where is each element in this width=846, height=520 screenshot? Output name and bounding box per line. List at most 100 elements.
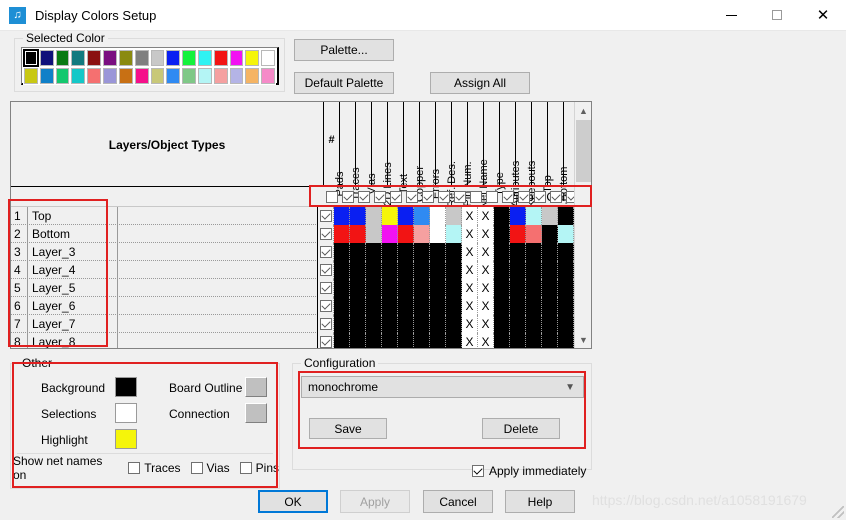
palette-swatch[interactable]	[181, 49, 197, 67]
visible-only-checkbox[interactable]	[486, 191, 498, 203]
layer-enabled-checkbox[interactable]	[319, 318, 332, 330]
layer-enabled-cell[interactable]	[318, 225, 334, 243]
layer-color-cell[interactable]	[542, 297, 558, 315]
layer-color-cell[interactable]	[494, 207, 510, 225]
palette-swatch[interactable]	[86, 67, 103, 85]
layer-color-cell[interactable]	[558, 225, 574, 243]
layer-color-cell[interactable]	[526, 333, 542, 348]
layer-color-cell[interactable]	[526, 243, 542, 261]
layer-enabled-cell[interactable]	[318, 297, 334, 315]
layer-color-cell[interactable]	[414, 243, 430, 261]
visible-only-checkboxes[interactable]	[324, 187, 574, 207]
layer-color-cell[interactable]	[510, 297, 526, 315]
visible-only-cell[interactable]	[548, 187, 564, 207]
visible-only-cell[interactable]	[468, 187, 484, 207]
layer-color-cell[interactable]	[430, 261, 446, 279]
layer-color-cell[interactable]	[366, 297, 382, 315]
layer-color-cell[interactable]	[446, 333, 462, 348]
minimize-button[interactable]	[708, 0, 754, 31]
palette-swatch[interactable]	[54, 49, 71, 67]
layer-color-cell[interactable]	[350, 261, 366, 279]
layer-enabled-cell[interactable]	[318, 315, 334, 333]
visible-only-cell[interactable]	[564, 187, 574, 207]
layer-color-cell[interactable]	[382, 297, 398, 315]
layers-grid[interactable]: Layers/Object Types # Pads Traces Vias 2D Li…	[11, 102, 574, 348]
visible-only-cell[interactable]	[436, 187, 452, 207]
layer-name[interactable]: Top	[28, 207, 118, 225]
palette-swatch[interactable]	[196, 67, 213, 85]
layer-color-cell[interactable]	[446, 261, 462, 279]
layer-color-cells[interactable]: XX	[318, 261, 574, 279]
palette-row-1[interactable]	[23, 49, 277, 67]
visible-only-cell[interactable]	[532, 187, 548, 207]
visible-only-cell[interactable]	[404, 187, 420, 207]
color-palette-swatches[interactable]	[21, 47, 279, 85]
layer-color-cell[interactable]	[542, 279, 558, 297]
layer-color-cell[interactable]	[382, 225, 398, 243]
layer-color-cell[interactable]	[542, 315, 558, 333]
table-row[interactable]: 5 Layer_5 X X	[11, 279, 574, 297]
layer-enabled-checkbox[interactable]	[319, 228, 332, 240]
layer-color-cell[interactable]	[350, 225, 366, 243]
layer-color-cell[interactable]	[446, 225, 462, 243]
layer-color-cells[interactable]: XX	[318, 297, 574, 315]
layer-color-cell[interactable]	[558, 243, 574, 261]
connection-color-swatch[interactable]	[245, 403, 267, 423]
palette-swatch[interactable]	[260, 67, 276, 85]
layer-color-cell[interactable]	[334, 261, 350, 279]
palette-button[interactable]: Palette...	[294, 39, 394, 61]
chevron-up-icon[interactable]: ▲	[575, 102, 592, 119]
layer-color-cell[interactable]	[510, 315, 526, 333]
layer-color-cell[interactable]	[494, 333, 510, 348]
layer-color-cells[interactable]: XX	[318, 333, 574, 348]
layer-color-cell[interactable]	[366, 261, 382, 279]
layer-color-cell[interactable]	[414, 261, 430, 279]
layer-color-cell[interactable]	[366, 243, 382, 261]
visible-only-cell[interactable]	[516, 187, 532, 207]
layer-color-cell[interactable]	[414, 225, 430, 243]
visible-only-checkbox[interactable]	[326, 191, 338, 203]
layer-color-cell[interactable]	[526, 207, 542, 225]
visible-only-checkbox[interactable]	[534, 191, 546, 203]
layer-enabled-cell[interactable]	[318, 207, 334, 225]
layer-color-cell[interactable]	[398, 333, 414, 348]
palette-swatch[interactable]	[23, 67, 39, 85]
layer-color-cell[interactable]	[446, 297, 462, 315]
layer-color-cell[interactable]	[542, 225, 558, 243]
ok-button[interactable]: OK	[258, 490, 328, 513]
layer-color-cell[interactable]	[414, 279, 430, 297]
layer-color-cell[interactable]	[558, 297, 574, 315]
layer-color-cell[interactable]	[510, 261, 526, 279]
layer-name[interactable]: Layer_6	[28, 297, 118, 315]
table-row[interactable]: 3 Layer_3 X X	[11, 243, 574, 261]
palette-swatch[interactable]	[38, 49, 55, 67]
layer-enabled-checkbox[interactable]	[319, 282, 332, 294]
layer-color-cell[interactable]	[414, 207, 430, 225]
palette-swatch[interactable]	[149, 67, 166, 85]
default-palette-button[interactable]: Default Palette	[294, 72, 394, 94]
visible-only-cell[interactable]	[356, 187, 372, 207]
layer-color-cell[interactable]	[382, 279, 398, 297]
configuration-dropdown[interactable]: monochrome ▼	[301, 376, 584, 398]
cancel-button[interactable]: Cancel	[423, 490, 493, 513]
layer-color-cell[interactable]	[366, 315, 382, 333]
board-outline-color-swatch[interactable]	[245, 377, 267, 397]
palette-swatch[interactable]	[133, 67, 150, 85]
layer-color-cell[interactable]	[510, 279, 526, 297]
net-name-pins[interactable]: Pins	[239, 461, 279, 475]
layer-name[interactable]: Layer_5	[28, 279, 118, 297]
visible-only-cell[interactable]	[420, 187, 436, 207]
layer-color-cell[interactable]	[414, 297, 430, 315]
visible-only-cell[interactable]	[452, 187, 468, 207]
layer-color-cell[interactable]	[494, 261, 510, 279]
layer-color-cell[interactable]	[350, 243, 366, 261]
table-row[interactable]: 7 Layer_7 X X	[11, 315, 574, 333]
visible-only-checkbox[interactable]	[566, 191, 574, 203]
palette-swatch[interactable]	[117, 49, 134, 67]
layer-color-cell[interactable]	[334, 315, 350, 333]
layer-color-cell[interactable]	[382, 261, 398, 279]
palette-swatch[interactable]	[102, 49, 118, 67]
layer-color-cell[interactable]	[494, 297, 510, 315]
layer-color-cell[interactable]	[430, 279, 446, 297]
layer-color-cell[interactable]	[510, 243, 526, 261]
